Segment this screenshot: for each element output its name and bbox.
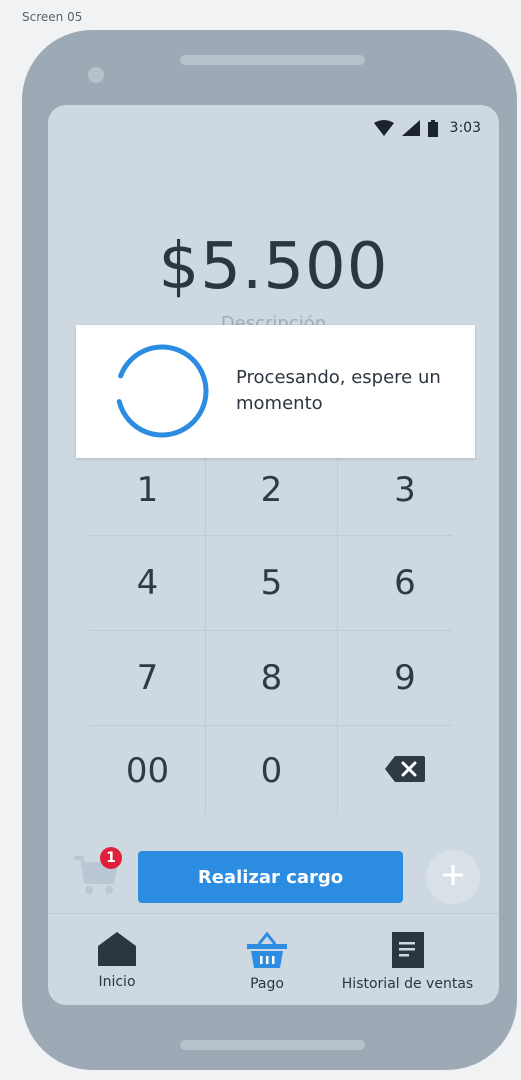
- key-6[interactable]: 6: [338, 536, 472, 630]
- processing-message: Procesando, espere un momento: [236, 367, 441, 414]
- key-8[interactable]: 8: [206, 631, 337, 725]
- basket-icon: [247, 931, 287, 972]
- wifi-icon: [373, 120, 394, 136]
- numeric-keypad: 1 2 3 4 5 6 7 8 9 00 0: [90, 445, 452, 815]
- payment-amount: $5.500: [158, 230, 389, 304]
- backspace-icon: [385, 751, 425, 791]
- key-2[interactable]: 2: [206, 445, 337, 535]
- cart-badge: 1: [100, 847, 122, 869]
- add-button[interactable]: [426, 850, 480, 904]
- phone-speaker-top: [180, 55, 365, 65]
- nav-item-historial[interactable]: Historial de ventas: [330, 932, 485, 992]
- key-7[interactable]: 7: [90, 631, 205, 725]
- screen-label: Screen 05: [22, 10, 83, 24]
- key-9[interactable]: 9: [338, 631, 472, 725]
- nav-item-pago[interactable]: Pago: [247, 931, 287, 992]
- phone-screen: 3:03 $5.500 Descripción 1 2 3 4 5 6 7 8 …: [48, 105, 499, 1005]
- key-1[interactable]: 1: [90, 445, 205, 535]
- signal-icon: [401, 120, 420, 136]
- loading-spinner-icon: [115, 344, 209, 438]
- key-3[interactable]: 3: [338, 445, 472, 535]
- nav-item-inicio[interactable]: Inicio: [98, 932, 136, 990]
- battery-icon: [427, 119, 438, 137]
- key-00[interactable]: 00: [90, 726, 205, 815]
- bottom-navigation: Inicio Pago Historial de ventas: [48, 913, 499, 1005]
- phone-speaker-bottom: [180, 1040, 365, 1050]
- nav-label-historial: Historial de ventas: [341, 976, 474, 992]
- nav-label-inicio: Inicio: [98, 974, 136, 990]
- nav-label-pago: Pago: [250, 976, 284, 992]
- key-4[interactable]: 4: [90, 536, 205, 630]
- home-icon: [98, 932, 136, 970]
- processing-dialog: Procesando, espere un momento: [76, 325, 475, 458]
- phone-frame: 3:03 $5.500 Descripción 1 2 3 4 5 6 7 8 …: [22, 30, 517, 1070]
- status-bar: 3:03: [373, 117, 481, 139]
- status-time: 3:03: [449, 120, 481, 136]
- key-0[interactable]: 0: [206, 726, 337, 815]
- phone-camera: [88, 67, 104, 83]
- charge-button[interactable]: Realizar cargo: [138, 851, 403, 903]
- plus-icon: [441, 863, 465, 891]
- key-5[interactable]: 5: [206, 536, 337, 630]
- document-icon: [391, 932, 424, 972]
- backspace-button[interactable]: [338, 726, 472, 815]
